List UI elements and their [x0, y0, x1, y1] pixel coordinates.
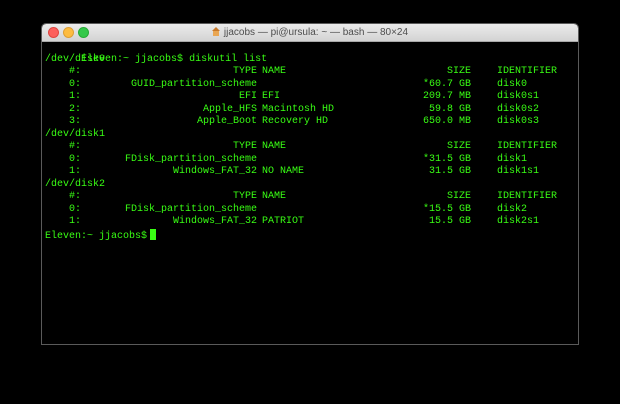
home-folder-icon — [211, 27, 221, 36]
window-title-area: jjacobs — pi@ursula: ~ — bash — 80×24 — [42, 24, 578, 41]
disk-device-path: /dev/disk0 — [45, 53, 106, 65]
partition-row: 0: FDisk_partition_scheme *31.5 GB disk1 — [45, 154, 577, 167]
partition-identifier: disk0s2 — [497, 103, 540, 115]
partition-type: EFI — [238, 91, 257, 102]
partition-size: 209.7 MB — [422, 91, 471, 102]
partition-row: 0: FDisk_partition_scheme *15.5 GB disk2 — [45, 204, 577, 217]
partition-row: 1: EFI EFI 209.7 MB disk0s1 — [45, 91, 577, 104]
partition-name: PATRIOT — [262, 216, 305, 227]
partition-type: Apple_Boot — [196, 116, 257, 127]
disk-device-line: /dev/disk0 — [45, 54, 577, 67]
column-header-line: #: TYPE NAME SIZE IDENTIFIER — [45, 141, 577, 154]
partition-number: 2: — [68, 103, 81, 115]
partition-number: 0: — [68, 78, 81, 90]
partition-identifier: disk0s3 — [497, 116, 540, 127]
disk-device-path: /dev/disk2 — [45, 178, 106, 190]
header-name: NAME — [262, 66, 287, 77]
disk-device-line: /dev/disk1 — [45, 129, 577, 142]
partition-identifier: disk2s1 — [497, 216, 540, 227]
final-shell-prompt: Eleven:~ jjacobs$ — [45, 230, 148, 242]
title-bar[interactable]: jjacobs — pi@ursula: ~ — bash — 80×24 — [42, 24, 578, 42]
disk-device-line: /dev/disk2 — [45, 179, 577, 192]
partition-type: FDisk_partition_scheme — [124, 203, 257, 215]
partition-row: 1: Windows_FAT_32 NO NAME 31.5 GB disk1s1 — [45, 166, 577, 179]
partition-name: Macintosh HD — [262, 103, 335, 115]
header-num: #: — [68, 66, 81, 77]
partition-number: 0: — [68, 153, 81, 165]
header-type: TYPE — [232, 141, 257, 152]
terminal-content[interactable]: Eleven:~ jjacobs$ diskutil list /dev/dis… — [45, 41, 577, 343]
header-identifier: IDENTIFIER — [497, 66, 558, 77]
partition-size: *31.5 GB — [422, 153, 471, 165]
header-identifier: IDENTIFIER — [497, 191, 558, 202]
partition-row: 0: GUID_partition_scheme *60.7 GB disk0 — [45, 79, 577, 92]
partition-row: 2: Apple_HFS Macintosh HD 59.8 GB disk0s2 — [45, 104, 577, 117]
header-type: TYPE — [232, 66, 257, 77]
partition-size: 15.5 GB — [428, 216, 471, 227]
header-size: SIZE — [446, 191, 471, 202]
partition-size: 31.5 GB — [428, 166, 471, 177]
partition-size: 650.0 MB — [422, 116, 471, 127]
partition-size: *15.5 GB — [422, 203, 471, 215]
partition-name: Recovery HD — [262, 116, 329, 127]
header-name: NAME — [262, 141, 287, 152]
header-num: #: — [68, 191, 81, 202]
final-prompt-line: Eleven:~ jjacobs$ — [45, 228, 577, 242]
partition-name: EFI — [262, 91, 281, 102]
partition-size: 59.8 GB — [428, 103, 471, 115]
terminal-window[interactable]: jjacobs — pi@ursula: ~ — bash — 80×24 El… — [41, 23, 579, 345]
partition-identifier: disk1 — [497, 153, 528, 165]
partition-row: 1: Windows_FAT_32 PATRIOT 15.5 GB disk2s1 — [45, 216, 577, 229]
partition-row: 3: Apple_Boot Recovery HD 650.0 MB disk0s3 — [45, 116, 577, 129]
partition-number: 1: — [68, 91, 81, 102]
header-type: TYPE — [232, 191, 257, 202]
header-size: SIZE — [446, 66, 471, 77]
header-size: SIZE — [446, 141, 471, 152]
partition-type: Apple_HFS — [202, 103, 257, 115]
text-cursor — [150, 228, 157, 240]
header-name: NAME — [262, 191, 287, 202]
header-num: #: — [68, 141, 81, 152]
partition-number: 1: — [68, 166, 81, 177]
partition-identifier: disk1s1 — [497, 166, 540, 177]
partition-size: *60.7 GB — [422, 78, 471, 90]
command-line: Eleven:~ jjacobs$ diskutil list — [45, 41, 267, 65]
window-title: jjacobs — pi@ursula: ~ — bash — 80×24 — [223, 27, 409, 38]
partition-name: NO NAME — [262, 166, 305, 177]
partition-identifier: disk0 — [497, 78, 528, 90]
partition-identifier: disk2 — [497, 203, 528, 215]
column-header-line: #: TYPE NAME SIZE IDENTIFIER — [45, 191, 577, 204]
partition-type: FDisk_partition_scheme — [124, 153, 257, 165]
partition-type: GUID_partition_scheme — [130, 78, 257, 90]
partition-type: Windows_FAT_32 — [172, 166, 257, 177]
partition-identifier: disk0s1 — [497, 91, 540, 102]
column-header-line: #: TYPE NAME SIZE IDENTIFIER — [45, 66, 577, 79]
partition-number: 3: — [68, 116, 81, 127]
partition-type: Windows_FAT_32 — [172, 216, 257, 227]
disk-device-path: /dev/disk1 — [45, 128, 106, 140]
partition-number: 1: — [68, 216, 81, 227]
partition-number: 0: — [68, 203, 81, 215]
header-identifier: IDENTIFIER — [497, 141, 558, 152]
